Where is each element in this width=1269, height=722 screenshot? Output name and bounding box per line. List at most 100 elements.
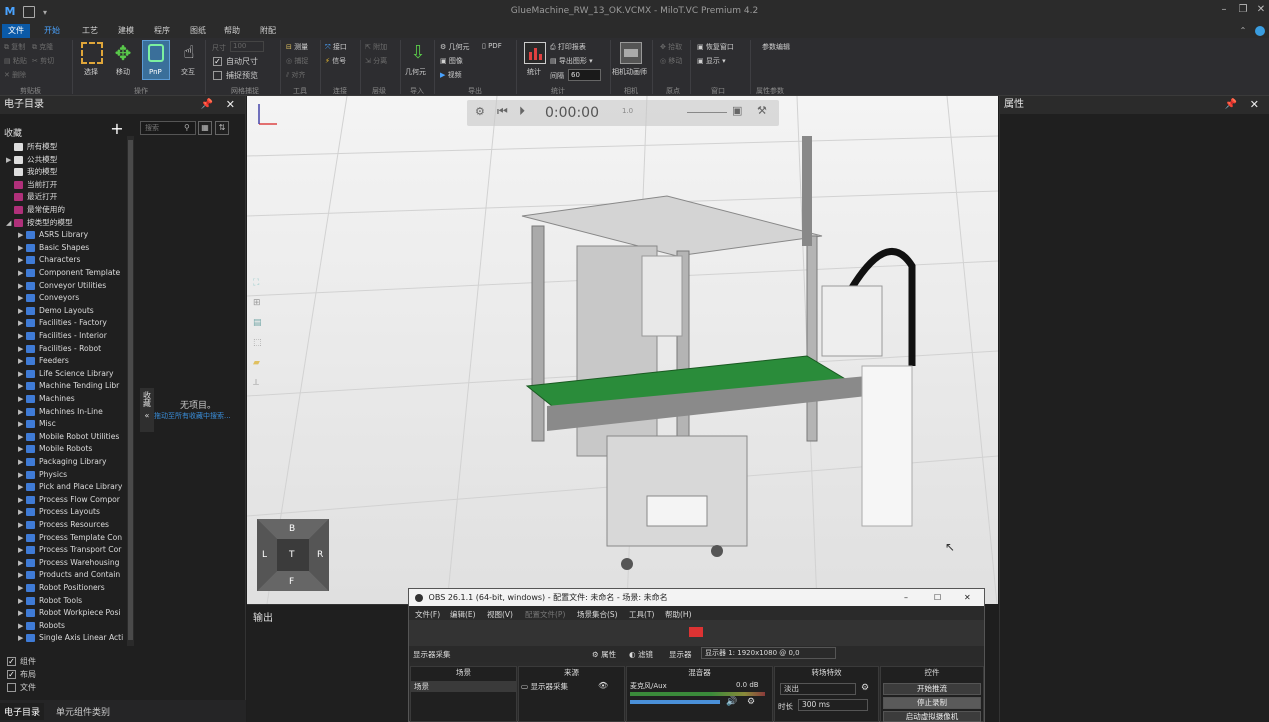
settings-icon[interactable]: ⚙ <box>475 105 485 118</box>
import-geometry-icon[interactable]: ⇩ <box>407 42 429 64</box>
tree-item[interactable]: ▶ Facilities - Interior <box>18 330 125 342</box>
tab-process[interactable]: 工艺 <box>76 24 104 38</box>
speaker-icon[interactable]: 🔊 <box>726 697 737 707</box>
close-panel-icon[interactable]: ✕ <box>1250 96 1259 114</box>
record-icon[interactable]: ▣ <box>732 104 742 117</box>
close-icon[interactable]: ✕ <box>1252 4 1269 15</box>
tree-item[interactable]: ▶ Robot Positioners <box>18 582 125 594</box>
nav-cube-left[interactable]: L <box>262 550 267 560</box>
expand-arrow-icon[interactable]: ▶ <box>18 330 26 342</box>
tree-item[interactable]: ▶ Process Template Con <box>18 532 125 544</box>
obs-volume-slider[interactable] <box>630 700 720 704</box>
nav-cube-back[interactable]: B <box>289 524 295 534</box>
signal-button[interactable]: ⚡ 信号 <box>325 56 346 66</box>
obs-menu-help[interactable]: 帮助(H) <box>665 609 692 620</box>
tree-item[interactable]: ▶ Conveyors <box>18 292 125 304</box>
statistics-icon[interactable] <box>524 42 546 64</box>
tree-item[interactable]: 当前打开 <box>6 179 125 191</box>
auto-size-checkbox[interactable]: ✓ 自动尺寸 <box>213 56 258 67</box>
obs-menu-file[interactable]: 文件(F) <box>415 609 440 620</box>
tree-item[interactable]: ▶ Robots <box>18 620 125 632</box>
expand-arrow-icon[interactable]: ▶ <box>18 532 26 544</box>
tree-item[interactable]: ▶ Process Warehousing <box>18 557 125 569</box>
tree-item[interactable]: ▶ Process Transport Cor <box>18 544 125 556</box>
export-video-button[interactable]: ▶ 视频 <box>440 70 462 80</box>
obs-preview[interactable] <box>409 620 984 646</box>
expand-arrow-icon[interactable]: ▶ <box>18 254 26 266</box>
paste-button[interactable]: ▤ 粘贴 <box>4 56 27 66</box>
delete-button[interactable]: ✕ 删除 <box>4 70 26 80</box>
add-collection-button[interactable]: + <box>110 119 124 138</box>
attach-button[interactable]: ⇱ 附加 <box>365 42 387 52</box>
search-icon[interactable]: ⚲ <box>184 123 190 132</box>
obs-filters-button[interactable]: ◐ 滤镜 <box>629 649 653 660</box>
tree-item[interactable]: ▶ Machines In-Line <box>18 406 125 418</box>
show-window-button[interactable]: ▣ 显示 ▾ <box>697 56 726 66</box>
tab-drawing[interactable]: 图纸 <box>184 24 212 38</box>
expand-arrow-icon[interactable]: ▶ <box>18 506 26 518</box>
move-origin-button[interactable]: ◎ 移动 <box>660 56 682 66</box>
tree-item[interactable]: 所有模型 <box>6 141 125 153</box>
tree-item[interactable]: ▶ Robot Workpiece Posi <box>18 607 125 619</box>
tree-item[interactable]: ▶ Mobile Robot Utilities <box>18 431 125 443</box>
tree-item[interactable]: ▶ Mobile Robots <box>18 443 125 455</box>
tree-item[interactable]: ▶ Demo Layouts <box>18 305 125 317</box>
expand-arrow-icon[interactable]: ▶ <box>18 267 26 279</box>
grid-view-icon[interactable]: ▦ <box>198 121 212 135</box>
view-mode-icon[interactable]: ▤ <box>253 318 267 332</box>
tab-help[interactable]: 帮助 <box>218 24 246 38</box>
axis-icon[interactable]: ⟂ <box>253 378 267 392</box>
nav-cube-front[interactable]: F <box>289 577 294 587</box>
quick-access-dropdown-icon[interactable]: ▾ <box>43 8 47 17</box>
obs-source-item[interactable]: ▭ 显示器采集 <box>521 681 568 692</box>
tree-item[interactable]: ▶ Misc <box>18 418 125 430</box>
tree-scrollbar[interactable] <box>127 136 134 646</box>
expand-arrow-icon[interactable]: ▶ <box>18 595 26 607</box>
snap-button[interactable]: ◎ 捕捉 <box>286 56 308 66</box>
camera-animator-icon[interactable] <box>620 42 642 64</box>
snap-preview-checkbox[interactable]: 捕捉预览 <box>213 70 258 81</box>
import-geometry-button[interactable]: 几何元 <box>405 67 426 77</box>
tree-item[interactable]: ▶ Characters <box>18 254 125 266</box>
expand-arrow-icon[interactable]: ▶ <box>18 418 26 430</box>
expand-arrow-icon[interactable]: ▶ <box>18 494 26 506</box>
expand-arrow-icon[interactable]: ▶ <box>18 443 26 455</box>
obs-menu-scene-collection[interactable]: 场景集合(S) <box>577 609 618 620</box>
tree-item[interactable]: ▶ Machines <box>18 393 125 405</box>
cut-button[interactable]: ✂ 剪切 <box>32 56 54 66</box>
pnp-button[interactable]: PnP <box>142 40 170 80</box>
tree-item[interactable]: ▶ Facilities - Robot <box>18 343 125 355</box>
close-panel-icon[interactable]: ✕ <box>226 96 235 114</box>
collapse-favorites-button[interactable]: 收藏 « <box>140 388 154 432</box>
obs-properties-button[interactable]: ⚙ 属性 <box>592 649 616 660</box>
tab-cell-components[interactable]: 单元组件类别 <box>52 703 114 720</box>
expand-arrow-icon[interactable]: ▶ <box>18 380 26 392</box>
obs-scene-item[interactable]: 场景 <box>411 681 516 692</box>
tab-file[interactable]: 文件 <box>2 24 30 38</box>
tree-item[interactable]: ▶ Process Flow Compor <box>18 494 125 506</box>
tab-home[interactable]: 开始 <box>38 24 66 38</box>
help-icon[interactable] <box>1255 26 1265 36</box>
expand-arrow-icon[interactable]: ▶ <box>18 544 26 556</box>
expand-arrow-icon[interactable]: ▶ <box>18 481 26 493</box>
play-icon[interactable]: ⏵ <box>519 104 525 119</box>
export-image-button[interactable]: ▣ 图像 <box>440 56 463 66</box>
select-icon[interactable] <box>81 42 103 64</box>
obs-menu-tools[interactable]: 工具(T) <box>629 609 654 620</box>
detach-button[interactable]: ⇲ 分离 <box>365 56 387 66</box>
expand-arrow-icon[interactable]: ▶ <box>18 305 26 317</box>
obs-menu-view[interactable]: 视图(V) <box>487 609 513 620</box>
interval-input[interactable]: 60 <box>568 69 601 81</box>
tree-item[interactable]: ▶ ASRS Library <box>18 229 125 241</box>
param-edit-button[interactable]: 参数编辑 <box>762 42 790 52</box>
tab-modeling[interactable]: 建模 <box>112 24 140 38</box>
obs-stop-record-button[interactable]: 停止录制 <box>883 697 981 709</box>
statistics-button[interactable]: 统计 <box>527 67 541 77</box>
expand-arrow-icon[interactable]: ▶ <box>18 292 26 304</box>
expand-arrow-icon[interactable]: ▶ <box>6 154 14 166</box>
tree-item[interactable]: ▶ Basic Shapes <box>18 242 125 254</box>
pick-origin-button[interactable]: ✥ 拾取 <box>660 42 682 52</box>
expand-arrow-icon[interactable]: ◢ <box>6 217 14 229</box>
nav-cube-top[interactable]: T <box>289 550 295 560</box>
expand-arrow-icon[interactable]: ▶ <box>18 355 26 367</box>
